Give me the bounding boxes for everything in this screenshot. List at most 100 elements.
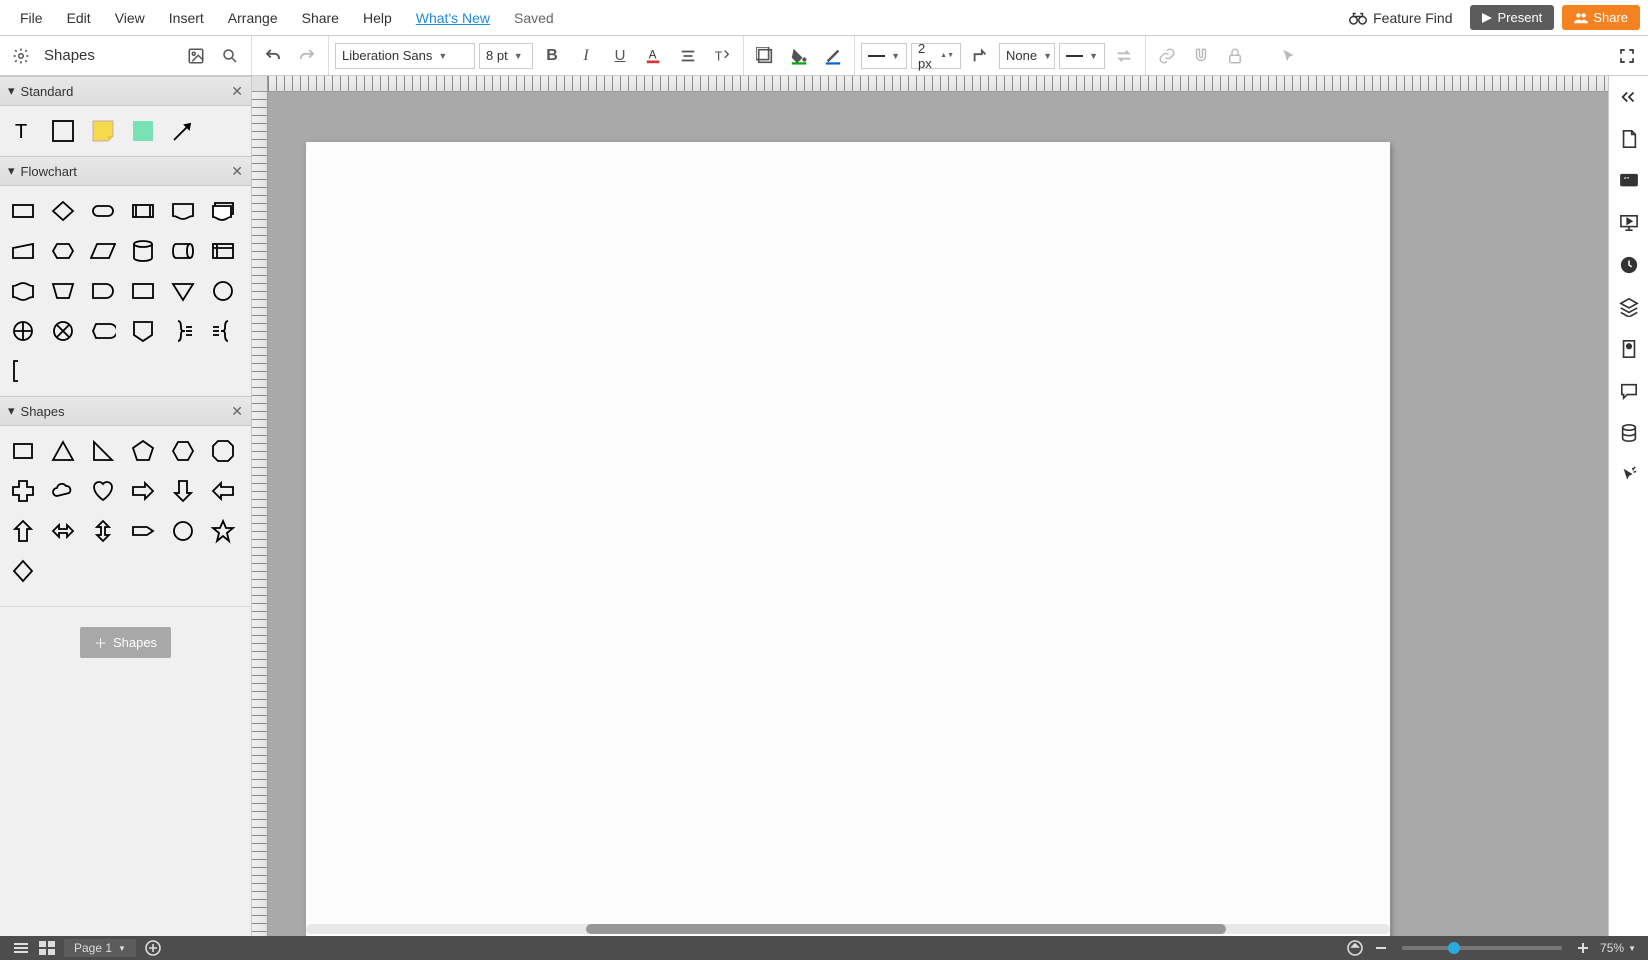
shape-connector[interactable] xyxy=(206,274,240,308)
close-icon[interactable]: ✕ xyxy=(231,83,243,100)
fullscreen-button[interactable] xyxy=(1612,41,1642,71)
shape-display[interactable] xyxy=(86,314,120,348)
magnet-button[interactable] xyxy=(1186,41,1216,71)
menu-edit[interactable]: Edit xyxy=(55,4,103,32)
menu-help[interactable]: Help xyxy=(351,4,404,32)
line-style-select[interactable]: ▼ xyxy=(861,43,907,69)
horizontal-scrollbar[interactable] xyxy=(306,924,1390,934)
section-standard-header[interactable]: ▾ Standard ✕ xyxy=(0,76,251,106)
font-family-select[interactable]: Liberation Sans ▼ xyxy=(335,43,475,69)
shape-arrow-down[interactable] xyxy=(166,474,200,508)
shape-data[interactable] xyxy=(86,234,120,268)
close-icon[interactable]: ✕ xyxy=(231,403,243,420)
shape-arrow-up[interactable] xyxy=(6,514,40,548)
feature-find-button[interactable]: Feature Find xyxy=(1339,10,1462,26)
menu-insert[interactable]: Insert xyxy=(157,4,216,32)
shape-text[interactable]: T xyxy=(6,114,40,148)
data-panel-icon[interactable] xyxy=(1614,418,1644,448)
page-selector[interactable]: Page 1 ▼ xyxy=(64,939,136,957)
add-shapes-button[interactable]: ＋ Shapes xyxy=(80,627,171,658)
border-color-button[interactable] xyxy=(818,41,848,71)
search-icon[interactable] xyxy=(215,41,245,71)
cursor-tool-button[interactable] xyxy=(1274,41,1304,71)
shape-diamond[interactable] xyxy=(6,554,40,588)
ruler-horizontal[interactable] xyxy=(268,76,1608,92)
shape-cross[interactable] xyxy=(6,474,40,508)
shape-right-triangle[interactable] xyxy=(86,434,120,468)
shape-star[interactable] xyxy=(206,514,240,548)
font-size-select[interactable]: 8 pt ▼ xyxy=(479,43,533,69)
shape-brace-left[interactable] xyxy=(206,314,240,348)
shape-arrow-leftright[interactable] xyxy=(46,514,80,548)
shape-or[interactable] xyxy=(6,314,40,348)
shape-block-green[interactable] xyxy=(126,114,160,148)
zoom-in-button[interactable] xyxy=(1570,938,1596,958)
lock-button[interactable] xyxy=(1220,41,1250,71)
line-connector-button[interactable] xyxy=(965,41,995,71)
menu-arrange[interactable]: Arrange xyxy=(216,4,290,32)
shape-heart[interactable] xyxy=(86,474,120,508)
shape-merge[interactable] xyxy=(166,274,200,308)
shape-arrow-updown[interactable] xyxy=(86,514,120,548)
shape-triangle[interactable] xyxy=(46,434,80,468)
shape-decision[interactable] xyxy=(46,194,80,228)
text-color-button[interactable]: A xyxy=(639,41,669,71)
shape-fill-button[interactable] xyxy=(750,41,780,71)
ruler-vertical[interactable] xyxy=(252,92,268,936)
shape-multi-document[interactable] xyxy=(206,194,240,228)
shape-terminator[interactable] xyxy=(86,194,120,228)
section-flowchart-header[interactable]: ▾ Flowchart ✕ xyxy=(0,156,251,186)
fill-color-button[interactable] xyxy=(784,41,814,71)
underline-button[interactable]: U xyxy=(605,41,635,71)
shape-circle[interactable] xyxy=(166,514,200,548)
shape-callout-right[interactable] xyxy=(126,514,160,548)
shape-database[interactable] xyxy=(126,234,160,268)
collapse-rail-button[interactable] xyxy=(1614,82,1644,112)
menu-share[interactable]: Share xyxy=(290,4,351,32)
arrow-start-select[interactable]: None ▼ xyxy=(999,43,1055,69)
menu-whatsnew[interactable]: What's New xyxy=(404,4,502,32)
present-panel-icon[interactable] xyxy=(1614,208,1644,238)
shape-hexagon[interactable] xyxy=(166,434,200,468)
shape-document[interactable] xyxy=(166,194,200,228)
close-icon[interactable]: ✕ xyxy=(231,163,243,180)
shape-arrow-line[interactable] xyxy=(166,114,200,148)
shape-manual-op[interactable] xyxy=(46,274,80,308)
bold-button[interactable]: B xyxy=(537,41,567,71)
add-page-button[interactable] xyxy=(140,938,166,958)
menu-file[interactable]: File xyxy=(8,4,55,32)
line-width-select[interactable]: 2 px ▲▼ xyxy=(911,43,961,69)
swap-ends-button[interactable] xyxy=(1109,41,1139,71)
comments-panel-icon[interactable]: “” xyxy=(1614,166,1644,196)
shape-pentagon[interactable] xyxy=(126,434,160,468)
canvas-page[interactable] xyxy=(306,142,1390,936)
italic-button[interactable]: I xyxy=(571,41,601,71)
image-icon[interactable] xyxy=(181,41,211,71)
shape-square[interactable] xyxy=(6,434,40,468)
section-shapes-header[interactable]: ▾ Shapes ✕ xyxy=(0,396,251,426)
redo-button[interactable] xyxy=(292,41,322,71)
shape-rectangle[interactable] xyxy=(46,114,80,148)
undo-button[interactable] xyxy=(258,41,288,71)
shape-note-bracket[interactable] xyxy=(6,354,40,388)
actions-panel-icon[interactable] xyxy=(1614,460,1644,490)
page-panel-icon[interactable] xyxy=(1614,124,1644,154)
zoom-fit-button[interactable] xyxy=(1342,938,1368,958)
zoom-slider-knob[interactable] xyxy=(1448,942,1460,954)
zoom-out-button[interactable] xyxy=(1368,938,1394,958)
shape-octagon[interactable] xyxy=(206,434,240,468)
shape-paper-tape[interactable] xyxy=(6,274,40,308)
arrow-end-select[interactable]: ▼ xyxy=(1059,43,1105,69)
shape-arrow-right[interactable] xyxy=(126,474,160,508)
zoom-slider[interactable] xyxy=(1402,946,1562,950)
menu-view[interactable]: View xyxy=(103,4,157,32)
zoom-level-select[interactable]: 75% ▼ xyxy=(1596,941,1640,955)
shape-manual-input[interactable] xyxy=(6,234,40,268)
text-options-button[interactable]: T xyxy=(707,41,737,71)
shape-brace-right[interactable] xyxy=(166,314,200,348)
shape-sum[interactable] xyxy=(46,314,80,348)
shape-cloud[interactable] xyxy=(46,474,80,508)
canvas-viewport[interactable] xyxy=(268,92,1608,936)
shape-predefined[interactable] xyxy=(126,194,160,228)
chat-panel-icon[interactable] xyxy=(1614,376,1644,406)
